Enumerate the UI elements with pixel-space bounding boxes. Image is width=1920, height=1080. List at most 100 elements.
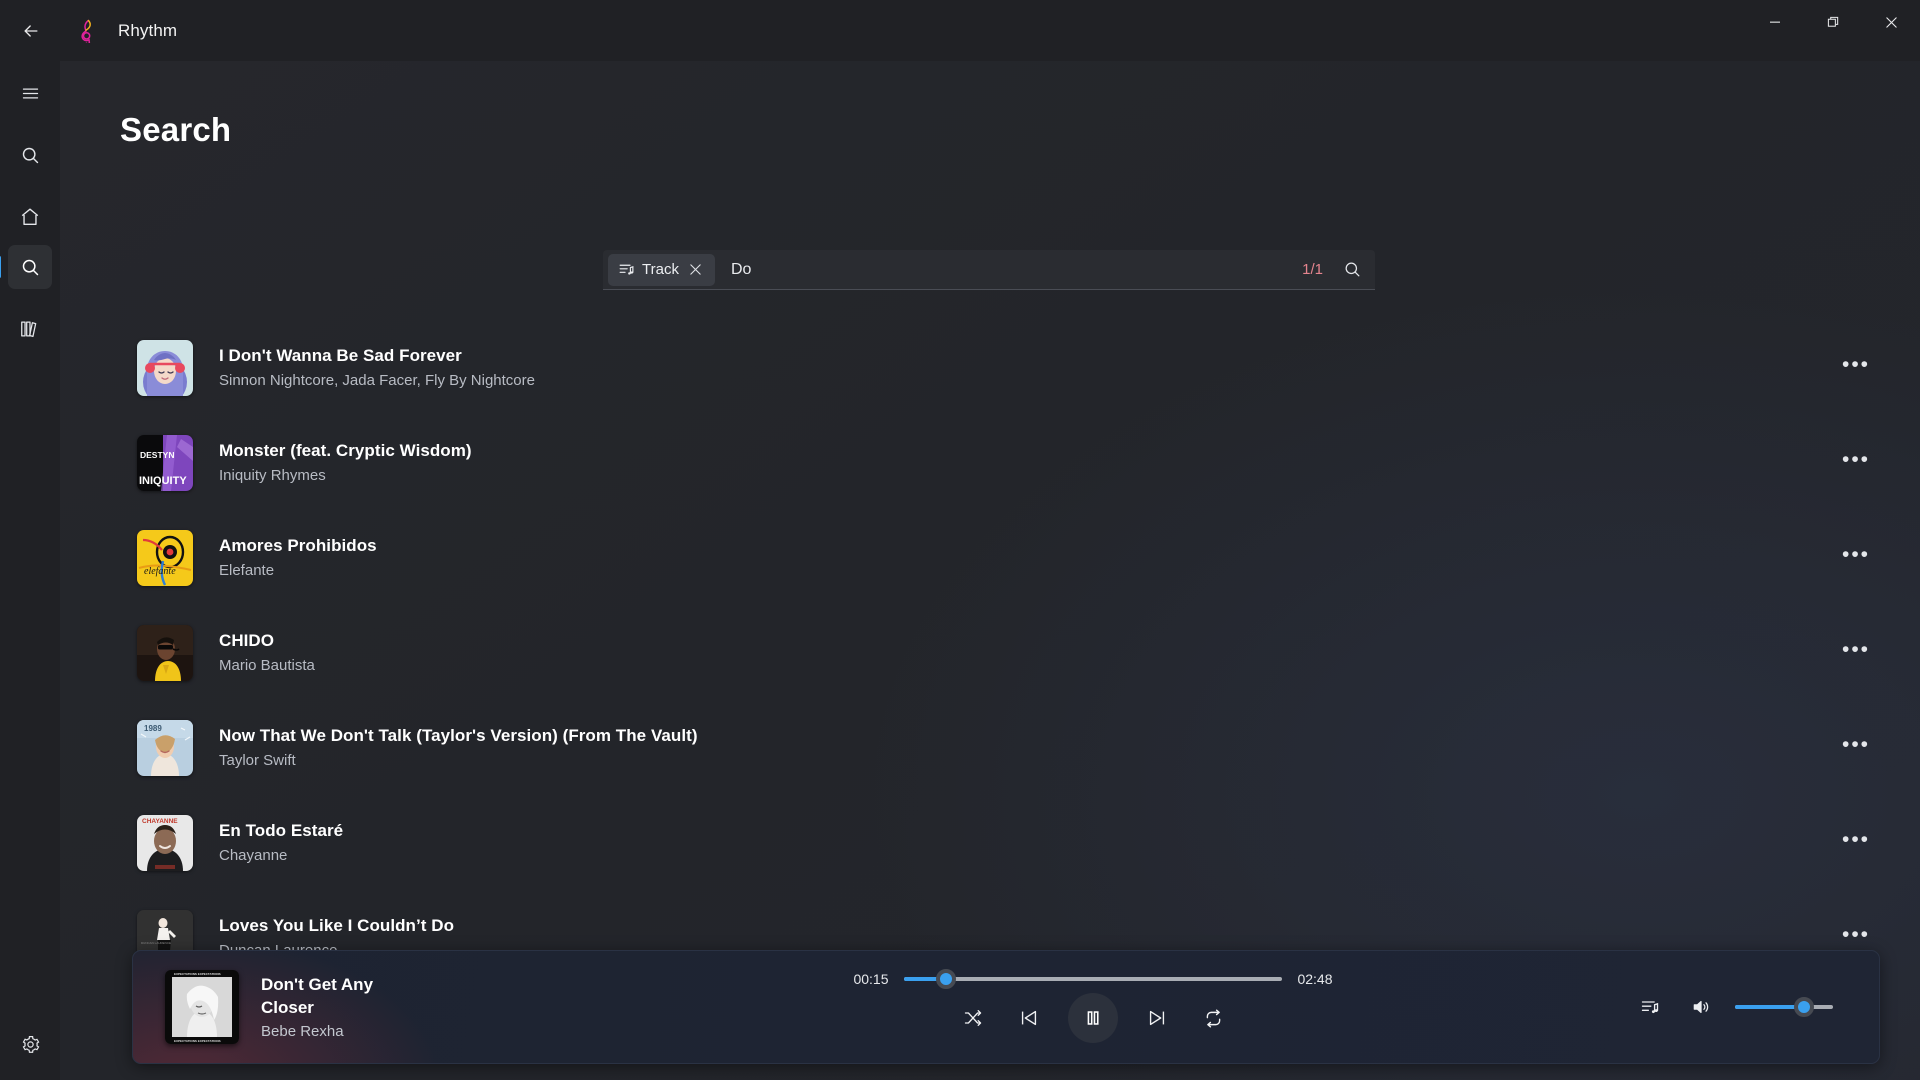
main-content: Search Track — [60, 61, 1920, 1080]
gear-icon — [20, 1034, 41, 1055]
maximize-icon — [1827, 16, 1840, 29]
sidebar-item-search[interactable] — [8, 245, 52, 289]
maximize-button[interactable] — [1804, 0, 1862, 44]
sidebar-item-search-top[interactable] — [8, 133, 52, 177]
now-playing-album-art: EXPECTATIONS EXPECTATIONS EXPECTATIONS E… — [165, 970, 239, 1044]
previous-track-icon — [1018, 1007, 1040, 1029]
seek-slider[interactable] — [904, 977, 1282, 981]
album-art — [137, 625, 193, 681]
shuffle-icon — [963, 1008, 983, 1028]
minimize-button[interactable] — [1746, 0, 1804, 44]
track-meta: En Todo Estaré Chayanne — [219, 821, 1838, 864]
duration-time: 02:48 — [1295, 971, 1335, 987]
row-overflow-menu-button[interactable]: ••• — [1838, 445, 1874, 481]
svg-text:DESTYN: DESTYN — [140, 450, 174, 460]
svg-text:CHAYANNE: CHAYANNE — [142, 818, 178, 825]
window-body: Search Track — [0, 61, 1920, 1080]
table-row[interactable]: I Don't Wanna Be Sad Forever Sinnon Nigh… — [60, 320, 1920, 415]
row-overflow-menu-button[interactable]: ••• — [1838, 540, 1874, 576]
next-track-icon — [1146, 1007, 1168, 1029]
volume-button[interactable] — [1684, 990, 1718, 1024]
table-row[interactable]: CHAYANNE En Todo Estaré Chayanne ••• — [60, 795, 1920, 890]
track-meta: Now That We Don't Talk (Taylor's Version… — [219, 726, 1838, 769]
repeat-button[interactable] — [1196, 1001, 1230, 1035]
sidebar-item-home[interactable] — [8, 195, 52, 239]
seek-thumb[interactable] — [936, 969, 956, 989]
track-artist: Sinnon Nightcore, Jada Facer, Fly By Nig… — [219, 372, 1838, 389]
table-row[interactable]: elefante Amores Prohibidos Elefante ••• — [60, 510, 1920, 605]
volume-icon — [1691, 997, 1711, 1017]
row-overflow-menu-button[interactable]: ••• — [1838, 825, 1874, 861]
row-overflow-menu-button[interactable]: ••• — [1838, 730, 1874, 766]
search-filter-chip-track[interactable]: Track — [608, 254, 715, 286]
chip-remove-button[interactable] — [686, 260, 706, 280]
album-art-image: 1989 — [137, 720, 193, 776]
album-art-image — [137, 340, 193, 396]
track-title: Now That We Don't Talk (Taylor's Version… — [219, 726, 1838, 746]
back-arrow-icon — [21, 21, 41, 41]
search-submit-button[interactable] — [1339, 257, 1365, 283]
row-overflow-menu-button[interactable]: ••• — [1838, 635, 1874, 671]
search-bar[interactable]: Track Do 1/1 — [603, 250, 1375, 290]
table-row[interactable]: CHIDO Mario Bautista ••• — [60, 605, 1920, 700]
sidebar — [0, 61, 60, 1080]
player-right-controls — [1633, 990, 1879, 1024]
sidebar-item-library[interactable] — [8, 307, 52, 351]
next-track-button[interactable] — [1140, 1001, 1174, 1035]
album-art-image — [137, 625, 193, 681]
queue-music-icon — [1640, 997, 1660, 1017]
volume-slider[interactable] — [1735, 1005, 1833, 1009]
treble-clef-icon — [76, 19, 98, 43]
close-button[interactable] — [1862, 0, 1920, 44]
hamburger-menu-icon — [20, 83, 41, 104]
search-input[interactable]: Do — [731, 261, 1302, 279]
svg-text:elefante: elefante — [144, 566, 176, 577]
now-playing[interactable]: EXPECTATIONS EXPECTATIONS EXPECTATIONS E… — [133, 970, 553, 1044]
playlist-music-icon — [618, 261, 635, 278]
svg-text:1989: 1989 — [144, 724, 162, 733]
album-art — [137, 340, 193, 396]
album-art: elefante — [137, 530, 193, 586]
search-icon — [20, 257, 41, 278]
now-playing-meta: Don't Get Any Closer Bebe Rexha — [261, 974, 416, 1040]
search-match-count: 1/1 — [1302, 261, 1323, 278]
close-icon — [1885, 16, 1898, 29]
now-playing-title: Don't Get Any Closer — [261, 974, 416, 1019]
previous-track-button[interactable] — [1012, 1001, 1046, 1035]
home-icon — [19, 206, 41, 228]
page-title: Search — [120, 111, 231, 149]
repeat-icon — [1203, 1008, 1224, 1029]
track-title: I Don't Wanna Be Sad Forever — [219, 346, 1838, 366]
pause-icon — [1082, 1007, 1104, 1029]
library-icon — [19, 318, 41, 340]
player-bar: EXPECTATIONS EXPECTATIONS EXPECTATIONS E… — [132, 950, 1880, 1064]
table-row[interactable]: DESTYN INIQUITY Monster (feat. Cryptic W… — [60, 415, 1920, 510]
table-row[interactable]: 1989 Now That We Don't Talk (Taylor's Ve… — [60, 700, 1920, 795]
app-window: Rhythm — [0, 0, 1920, 1080]
queue-button[interactable] — [1633, 990, 1667, 1024]
title-bar: Rhythm — [0, 0, 1920, 61]
track-meta: CHIDO Mario Bautista — [219, 631, 1838, 674]
now-playing-artist: Bebe Rexha — [261, 1023, 416, 1040]
track-title: Loves You Like I Couldn’t Do — [219, 916, 1838, 936]
album-art-image: CHAYANNE — [137, 815, 193, 871]
track-artist: Elefante — [219, 562, 1838, 579]
track-meta: Amores Prohibidos Elefante — [219, 536, 1838, 579]
sidebar-item-settings[interactable] — [8, 1022, 52, 1066]
track-meta: Monster (feat. Cryptic Wisdom) Iniquity … — [219, 441, 1838, 484]
player-center: 00:15 02:48 — [553, 971, 1633, 1043]
chip-label: Track — [642, 261, 679, 278]
back-button[interactable] — [8, 11, 54, 51]
track-artist: Taylor Swift — [219, 752, 1838, 769]
shuffle-button[interactable] — [956, 1001, 990, 1035]
sidebar-item-menu[interactable] — [8, 71, 52, 115]
track-artist: Mario Bautista — [219, 657, 1838, 674]
track-title: CHIDO — [219, 631, 1838, 651]
volume-thumb[interactable] — [1794, 997, 1814, 1017]
app-logo-icon — [74, 18, 100, 44]
row-overflow-menu-button[interactable]: ••• — [1838, 350, 1874, 386]
play-pause-button[interactable] — [1068, 993, 1118, 1043]
album-art: DESTYN INIQUITY — [137, 435, 193, 491]
svg-text:EXPECTATIONS EXPECTATIONS: EXPECTATIONS EXPECTATIONS — [174, 1039, 221, 1043]
track-title: En Todo Estaré — [219, 821, 1838, 841]
